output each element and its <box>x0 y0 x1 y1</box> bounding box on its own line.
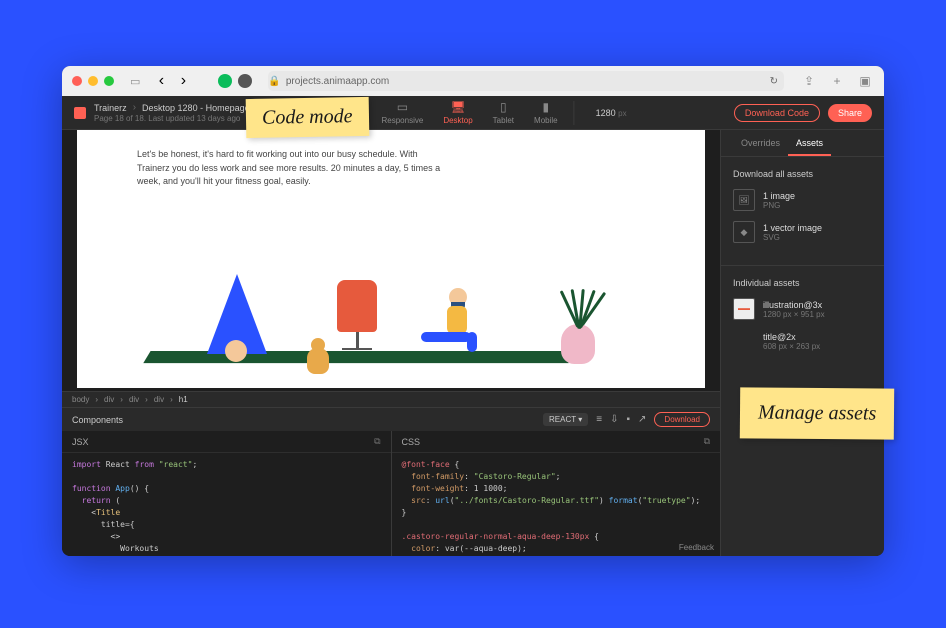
desktop-icon: 🖥 <box>450 100 465 114</box>
breadcrumb: Trainerz › Desktop 1280 - Homepage ▾ <box>94 102 261 113</box>
mode-desktop[interactable]: 🖥 Desktop <box>433 96 482 129</box>
dom-seg[interactable]: div <box>129 395 139 404</box>
preview-pane: Let's be honest, it's hard to fit workin… <box>62 130 720 391</box>
annotation-code-mode: Code mode <box>246 97 369 138</box>
minimize-window-button[interactable] <box>88 76 98 86</box>
extension-icon[interactable] <box>218 74 232 88</box>
jsx-code[interactable]: import React from "react"; function App(… <box>62 453 391 556</box>
jsx-label: JSX <box>72 437 89 447</box>
forward-button[interactable]: › <box>174 72 192 90</box>
toolbar-icon-4[interactable]: ↗ <box>638 414 646 425</box>
tablet-icon: ▯ <box>500 100 507 114</box>
dom-path: body› div› div› div› h1 <box>62 391 720 407</box>
css-pane: CSS ⧉ @font-face { font-family: "Castoro… <box>392 431 721 556</box>
asset-thumb <box>733 330 755 352</box>
app-header: Trainerz › Desktop 1280 - Homepage ▾ Pag… <box>62 96 884 130</box>
url-text: projects.animaapp.com <box>286 76 389 87</box>
asset-row[interactable]: 🖼 1 image PNG <box>733 189 872 211</box>
download-code-button[interactable]: Download Code <box>734 104 820 122</box>
copy-icon[interactable]: ⧉ <box>704 436 710 447</box>
image-icon: 🖼 <box>733 189 755 211</box>
dom-seg[interactable]: div <box>104 395 114 404</box>
back-button[interactable]: ‹ <box>152 72 170 90</box>
asset-thumb: ▬▬ <box>733 298 755 320</box>
mode-mobile[interactable]: ▮ Mobile <box>524 96 568 129</box>
sidebar-toggle[interactable]: ▭ <box>130 75 140 88</box>
tab-overrides[interactable]: Overrides <box>733 130 788 156</box>
mode-tablet[interactable]: ▯ Tablet <box>483 96 524 129</box>
feedback-link[interactable]: Feedback <box>679 543 714 552</box>
code-toolbar: Components REACT ▾ ≡ ⇩ ▪ ↗ Download <box>62 407 720 431</box>
anima-logo[interactable] <box>74 107 86 119</box>
toolbar-icon-2[interactable]: ⇩ <box>610 414 618 425</box>
css-code[interactable]: @font-face { font-family: "Castoro-Regul… <box>392 453 721 556</box>
privacy-icon[interactable] <box>238 74 252 88</box>
share-icon[interactable]: ⇪ <box>800 74 818 88</box>
individual-heading: Individual assets <box>733 278 872 288</box>
preview-body-text: Let's be honest, it's hard to fit workin… <box>137 148 447 189</box>
dom-seg[interactable]: div <box>154 395 164 404</box>
css-label: CSS <box>402 437 421 447</box>
framework-select[interactable]: REACT ▾ <box>543 413 588 426</box>
tabs-icon[interactable]: ▣ <box>856 74 874 88</box>
illustration <box>137 199 645 374</box>
tab-assets[interactable]: Assets <box>788 130 831 156</box>
mode-responsive[interactable]: ▭ Responsive <box>372 96 434 129</box>
assets-sidebar: Overrides Assets Download all assets 🖼 1… <box>720 130 884 556</box>
breadcrumb-project[interactable]: Trainerz <box>94 103 127 113</box>
maximize-window-button[interactable] <box>104 76 114 86</box>
dom-seg[interactable]: h1 <box>179 395 188 404</box>
breadcrumb-page[interactable]: Desktop 1280 - Homepage <box>142 103 250 113</box>
download-all-heading: Download all assets <box>733 169 872 179</box>
browser-chrome: ▭ ‹ › 🔒 projects.animaapp.com ↻ ⇪ + ▣ <box>62 66 884 96</box>
components-tab[interactable]: Components <box>72 415 123 425</box>
asset-row[interactable]: ▬▬ illustration@3x 1280 px × 951 px <box>733 298 872 320</box>
page-info: Page 18 of 18. Last updated 13 days ago <box>94 114 261 123</box>
vector-icon: ◆ <box>733 221 755 243</box>
lock-icon: 🔒 <box>268 76 280 87</box>
annotation-manage-assets: Manage assets <box>740 387 895 439</box>
preview-content[interactable]: Let's be honest, it's hard to fit workin… <box>77 130 705 388</box>
responsive-icon: ▭ <box>397 100 408 114</box>
toolbar-icon-3[interactable]: ▪ <box>626 414 630 425</box>
viewport-size[interactable]: 1280 px <box>596 108 627 118</box>
download-button[interactable]: Download <box>654 412 710 427</box>
new-tab-icon[interactable]: + <box>828 74 846 88</box>
asset-row[interactable]: title@2x 608 px × 263 px <box>733 330 872 352</box>
mobile-icon: ▮ <box>543 100 550 114</box>
asset-row[interactable]: ◆ 1 vector image SVG <box>733 221 872 243</box>
reload-icon[interactable]: ↻ <box>770 76 778 87</box>
close-window-button[interactable] <box>72 76 82 86</box>
url-bar[interactable]: 🔒 projects.animaapp.com ↻ <box>268 71 784 91</box>
toolbar-icon-1[interactable]: ≡ <box>596 414 602 425</box>
dom-seg[interactable]: body <box>72 395 89 404</box>
browser-window: ▭ ‹ › 🔒 projects.animaapp.com ↻ ⇪ + ▣ Tr… <box>62 66 884 556</box>
share-button[interactable]: Share <box>828 104 872 122</box>
code-panes: JSX ⧉ import React from "react"; functio… <box>62 431 720 556</box>
jsx-pane: JSX ⧉ import React from "react"; functio… <box>62 431 392 556</box>
copy-icon[interactable]: ⧉ <box>374 436 380 447</box>
traffic-lights <box>72 76 114 86</box>
